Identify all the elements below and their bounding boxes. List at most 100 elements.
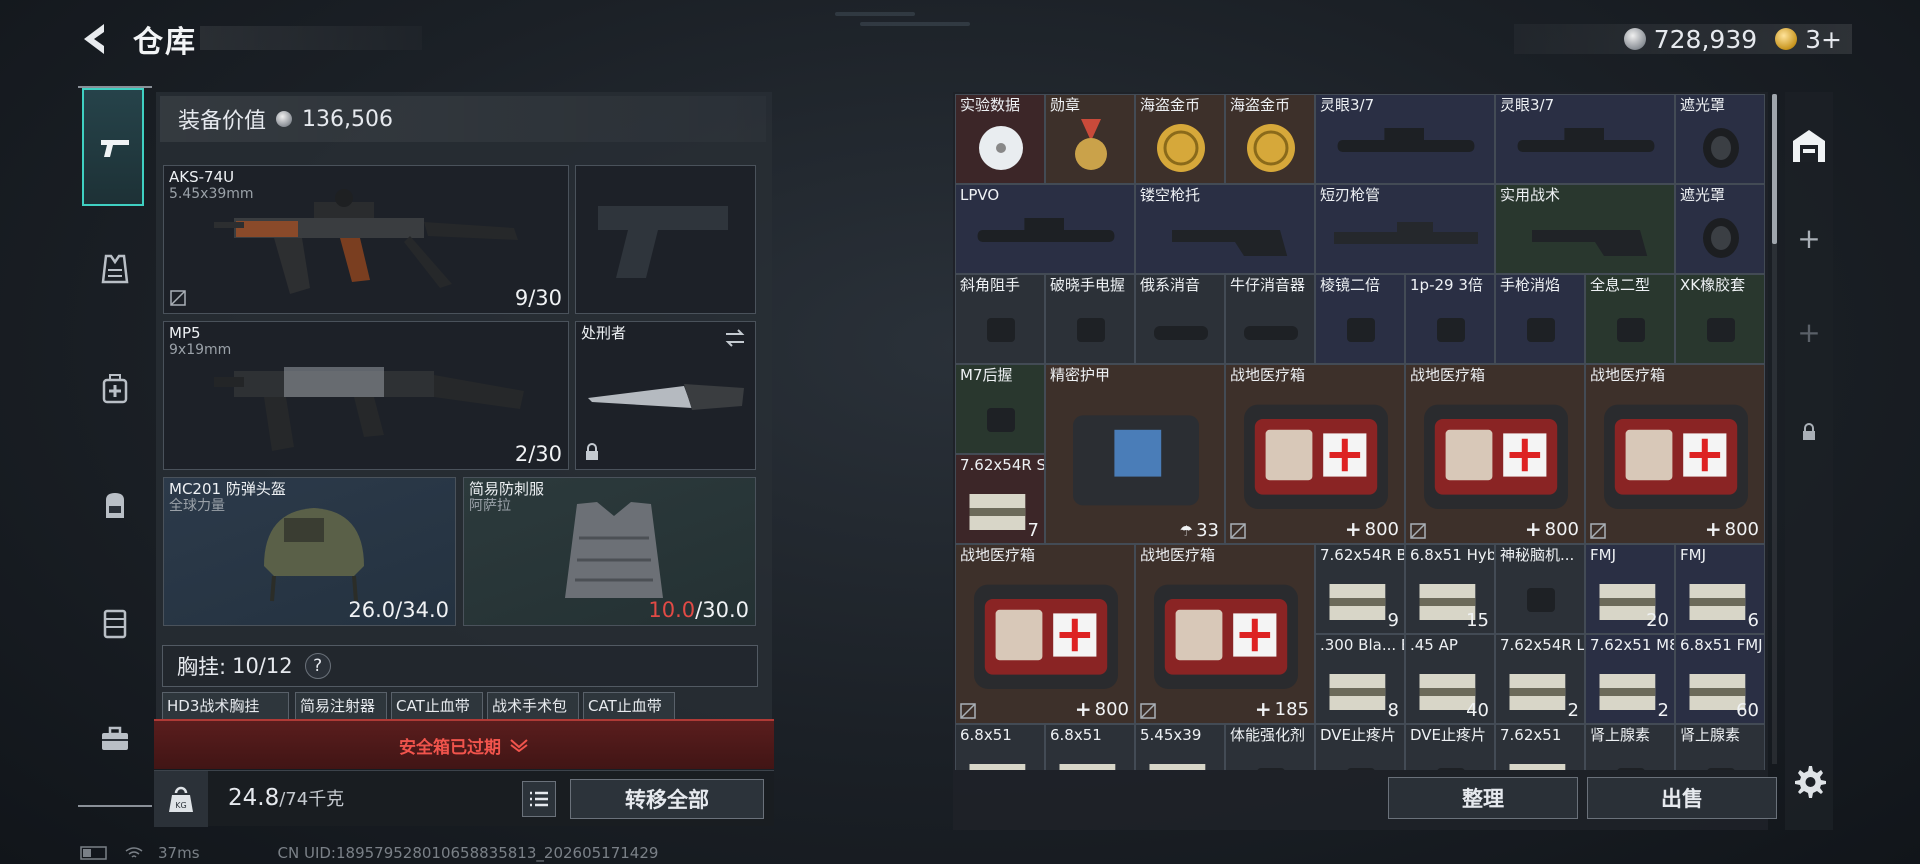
safe-box-expired-banner[interactable]: 安全箱已过期 bbox=[154, 719, 774, 769]
sell-button[interactable]: 出售 bbox=[1587, 777, 1777, 819]
grid-item[interactable]: 6.8x51 bbox=[955, 724, 1045, 770]
grid-item[interactable]: 7.62x54R SNB 7 bbox=[955, 454, 1045, 544]
grid-item[interactable]: .45 AP 40 bbox=[1405, 634, 1495, 724]
mp5-image bbox=[214, 367, 524, 451]
grid-item[interactable]: 肾上腺素 bbox=[1585, 724, 1675, 770]
nav-toolbox[interactable] bbox=[78, 702, 152, 776]
item-name: 遮光罩 bbox=[1680, 96, 1726, 114]
battery-icon bbox=[80, 846, 107, 860]
grid-item[interactable]: 俄系消音 bbox=[1135, 274, 1225, 364]
grid-item[interactable]: 7.62x51 bbox=[1495, 724, 1585, 770]
armor-name: 简易防刺服 bbox=[469, 480, 545, 498]
grid-item[interactable]: 手枪消焰 bbox=[1495, 274, 1585, 364]
grid-item[interactable]: 镂空枪托 bbox=[1135, 184, 1315, 274]
grid-item[interactable]: 灵眼3/7 bbox=[1495, 94, 1675, 184]
swap-icon[interactable] bbox=[723, 328, 747, 348]
grid-item[interactable]: 神秘脑机... bbox=[1495, 544, 1585, 634]
nav-weapons[interactable] bbox=[78, 110, 152, 184]
grid-item[interactable]: DVE止疼片 bbox=[1315, 724, 1405, 770]
item-count: +800 bbox=[1525, 517, 1579, 541]
grid-item[interactable]: 实用战术 bbox=[1495, 184, 1675, 274]
secondary-weapon-slot[interactable]: MP5 9x19mm 2/30 bbox=[163, 321, 569, 470]
nav-backpack[interactable] bbox=[78, 468, 152, 542]
settings-gear-icon[interactable] bbox=[1791, 762, 1827, 798]
melee-slot[interactable]: 处刑者 bbox=[575, 321, 756, 470]
armor-slot[interactable]: 简易防刺服 阿萨拉 10.0/30.0 bbox=[463, 477, 756, 626]
grid-item[interactable]: 肾上腺素 bbox=[1675, 724, 1765, 770]
vest-image bbox=[565, 502, 663, 598]
grid-item[interactable]: 海盗金币 bbox=[1135, 94, 1225, 184]
help-icon[interactable]: ? bbox=[304, 653, 331, 679]
grid-item[interactable]: 5.45x39 bbox=[1135, 724, 1225, 770]
grid-item[interactable]: 战地医疗箱 +800 bbox=[1405, 364, 1585, 544]
grid-item[interactable]: 7.62x54R BT 9 bbox=[1315, 544, 1405, 634]
nav-supplies[interactable] bbox=[78, 586, 152, 660]
lock-icon bbox=[1803, 423, 1815, 440]
grid-item[interactable]: 战地医疗箱 +800 bbox=[955, 544, 1135, 724]
grid-item[interactable]: .300 Bla... BCP SUB 8 bbox=[1315, 634, 1405, 724]
nav-vests[interactable] bbox=[78, 232, 152, 306]
grid-item[interactable]: 战地医疗箱 +185 bbox=[1135, 544, 1315, 724]
locked-storage-tab[interactable] bbox=[1785, 392, 1833, 472]
grid-item[interactable]: LPVO bbox=[955, 184, 1135, 274]
grid-item[interactable]: 全息二型 bbox=[1585, 274, 1675, 364]
item-count: 7 bbox=[1028, 520, 1039, 541]
nav-medical[interactable] bbox=[78, 352, 152, 426]
item-count: ☂ 33 bbox=[1180, 520, 1219, 541]
grid-item[interactable]: 战地医疗箱 +800 bbox=[1585, 364, 1765, 544]
rig-item-tourniquet[interactable]: CAT止血带 bbox=[391, 692, 483, 722]
item-count-value: 15 bbox=[1466, 610, 1489, 631]
grid-item[interactable]: 遮光罩 bbox=[1675, 184, 1765, 274]
item-count: +185 bbox=[1255, 697, 1309, 721]
helmet-image bbox=[264, 508, 364, 602]
grid-item[interactable]: 实验数据 bbox=[955, 94, 1045, 184]
rig-item-surgical-kit[interactable]: 战术手术包 bbox=[487, 692, 579, 722]
item-name: 灵眼3/7 bbox=[1500, 96, 1555, 114]
grid-item[interactable]: 勋章 bbox=[1045, 94, 1135, 184]
grid-item[interactable]: 1p-29 3倍 bbox=[1405, 274, 1495, 364]
add-storage-tab-disabled[interactable]: + bbox=[1785, 292, 1833, 372]
list-view-button[interactable] bbox=[522, 781, 556, 817]
grid-item[interactable]: FMJ 20 bbox=[1585, 544, 1675, 634]
grid-item[interactable]: 7.62x54R LPS 2 bbox=[1495, 634, 1585, 724]
grid-item[interactable]: XK橡胶套 bbox=[1675, 274, 1765, 364]
grid-item[interactable]: 7.62x51 M80 2 bbox=[1585, 634, 1675, 724]
heal-plus-icon: + bbox=[1524, 517, 1542, 541]
grid-item[interactable]: M7后握 bbox=[955, 364, 1045, 454]
grid-item[interactable]: 6.8x51 bbox=[1045, 724, 1135, 770]
grid-item[interactable]: 棱镜二倍 bbox=[1315, 274, 1405, 364]
back-arrow-icon[interactable] bbox=[78, 20, 110, 58]
rig-item-injector[interactable]: 简易注射器 bbox=[295, 692, 387, 722]
storage-tab-main[interactable] bbox=[1785, 106, 1833, 186]
scrollbar-thumb[interactable] bbox=[1772, 94, 1777, 244]
item-count: 2 bbox=[1568, 700, 1579, 721]
container-icon bbox=[103, 609, 127, 639]
aks74u-image bbox=[214, 189, 518, 294]
grid-item[interactable]: 破晓手电握 bbox=[1045, 274, 1135, 364]
grid-item[interactable]: 牛仔消音器 bbox=[1225, 274, 1315, 364]
grid-item[interactable]: 斜角阻手 bbox=[955, 274, 1045, 364]
grid-item[interactable]: 战地医疗箱 +800 bbox=[1225, 364, 1405, 544]
helmet-slot[interactable]: MC201 防弹头盔 全球力量 26.0/34.0 bbox=[163, 477, 456, 626]
grid-item[interactable]: 体能强化剂 bbox=[1225, 724, 1315, 770]
sort-button[interactable]: 整理 bbox=[1388, 777, 1578, 819]
transfer-all-button[interactable]: 转移全部 bbox=[570, 779, 764, 819]
wifi-icon bbox=[125, 847, 143, 858]
item-name: 破晓手电握 bbox=[1050, 276, 1126, 294]
rig-item-tourniquet[interactable]: CAT止血带 bbox=[583, 692, 675, 722]
grid-item[interactable]: DVE止疼片 bbox=[1405, 724, 1495, 770]
grid-item[interactable]: 短刃枪管 bbox=[1315, 184, 1495, 274]
grid-item[interactable]: FMJ 6 bbox=[1675, 544, 1765, 634]
grid-item[interactable]: 遮光罩 bbox=[1675, 94, 1765, 184]
grid-item[interactable]: 灵眼3/7 bbox=[1315, 94, 1495, 184]
rig-item-hd3[interactable]: HD3战术胸挂 bbox=[162, 692, 289, 722]
grid-item[interactable]: 6.8x51 FMJ 60 bbox=[1675, 634, 1765, 724]
token-count[interactable]: 3+ bbox=[1805, 25, 1842, 54]
primary-weapon-slot[interactable]: AKS-74U 5.45x39mm 9/30 bbox=[163, 165, 569, 314]
grid-item[interactable]: 精密护甲 ☂ 33 bbox=[1045, 364, 1225, 544]
grid-item[interactable]: 6.8x51 Hybrid 15 bbox=[1405, 544, 1495, 634]
status-line: 37ms CN UID:18957952801065883581​3_20260… bbox=[80, 844, 658, 862]
pistol-slot-empty[interactable] bbox=[575, 165, 756, 314]
grid-item[interactable]: 海盗金币 bbox=[1225, 94, 1315, 184]
add-storage-tab[interactable]: + bbox=[1785, 198, 1833, 278]
